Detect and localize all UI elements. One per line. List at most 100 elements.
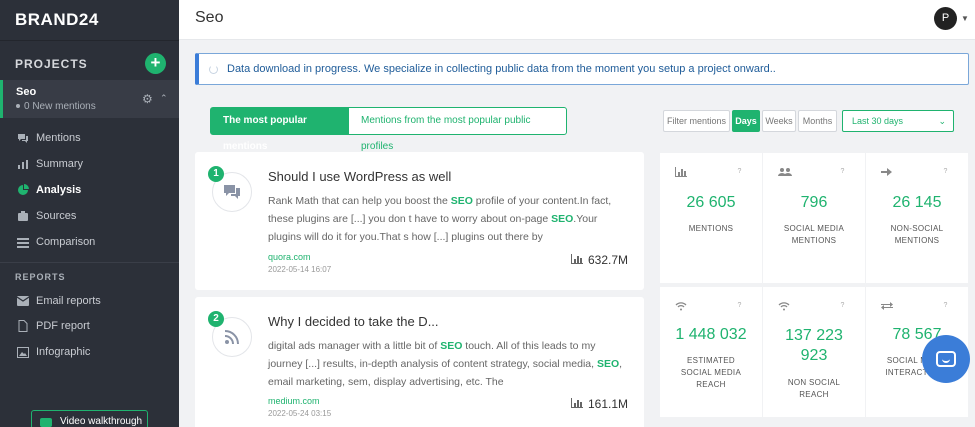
image-icon bbox=[17, 346, 29, 358]
brand-logo[interactable]: BRAND24 bbox=[15, 10, 99, 30]
snippet-keyword: SEO bbox=[551, 213, 574, 225]
sidebar-item-sources[interactable]: Sources bbox=[17, 210, 76, 222]
sources-icon bbox=[17, 210, 29, 222]
mention-date: 2022-05-24 03:15 bbox=[268, 409, 332, 418]
months-button[interactable]: Months bbox=[798, 110, 837, 132]
stat-value: 796 bbox=[800, 194, 828, 211]
video-walkthrough-label: Video walkthrough bbox=[60, 416, 143, 427]
sidebar-item-label: Analysis bbox=[36, 184, 82, 196]
help-icon[interactable]: ? bbox=[941, 167, 950, 176]
comments-icon bbox=[17, 132, 29, 144]
mention-reach: 161.1M bbox=[571, 397, 628, 411]
stat-label: SOCIAL MEDIA MENTIONS bbox=[783, 224, 845, 245]
users-icon bbox=[778, 167, 792, 180]
sidebar-item-label: Comparison bbox=[36, 236, 96, 248]
mention-date: 2022-05-14 16:07 bbox=[268, 265, 332, 274]
reports-label: REPORTS bbox=[15, 272, 66, 282]
chat-widget-button[interactable] bbox=[922, 335, 970, 383]
stat-value: 1 448 032 bbox=[675, 326, 747, 343]
sidebar-item-label: Summary bbox=[36, 158, 84, 170]
sidebar-item-infographic[interactable]: Infographic bbox=[17, 346, 90, 358]
reach-value: 632.7M bbox=[588, 253, 629, 267]
rank-badge: 2 bbox=[208, 311, 224, 327]
chevron-up-icon[interactable]: ⌃ bbox=[160, 93, 168, 104]
chevron-down-icon[interactable]: ▼ bbox=[961, 14, 969, 23]
envelope-icon bbox=[17, 295, 29, 307]
play-icon bbox=[40, 418, 52, 427]
sidebar-item-mentions[interactable]: Mentions bbox=[17, 132, 81, 144]
project-new-mentions: 0 New mentions bbox=[16, 101, 96, 112]
help-icon[interactable]: ? bbox=[838, 301, 847, 310]
mention-card[interactable]: 2 Why I decided to take the D... digital… bbox=[195, 297, 644, 427]
file-icon bbox=[17, 320, 29, 332]
mention-title[interactable]: Why I decided to take the D... bbox=[268, 314, 439, 329]
add-project-button[interactable]: + bbox=[145, 53, 166, 74]
snippet-keyword: SEO bbox=[596, 358, 620, 370]
sidebar-item-label: PDF report bbox=[36, 320, 90, 332]
bar-chart-icon bbox=[571, 253, 583, 267]
sidebar-item-label: Email reports bbox=[36, 295, 101, 307]
notice-text: Data download in progress. We specialize… bbox=[227, 63, 776, 75]
dot-icon bbox=[16, 104, 20, 109]
sidebar-item-label: Infographic bbox=[36, 346, 91, 358]
mention-snippet: Rank Math that can help you boost the SE… bbox=[268, 192, 628, 246]
stat-label: MENTIONS bbox=[688, 224, 734, 233]
help-icon[interactable]: ? bbox=[735, 301, 744, 310]
page-title: Seo bbox=[195, 9, 224, 26]
stat-value: 137 223 923 bbox=[785, 327, 843, 364]
download-progress-notice: Data download in progress. We specialize… bbox=[195, 53, 969, 85]
stat-label: NON SOCIAL REACH bbox=[787, 378, 841, 399]
days-button[interactable]: Days bbox=[732, 110, 760, 132]
sidebar-item-summary[interactable]: Summary bbox=[17, 158, 83, 170]
sidebar-item-comparison[interactable]: Comparison bbox=[17, 236, 95, 248]
gear-icon[interactable]: ⚙ bbox=[142, 92, 153, 106]
weeks-button[interactable]: Weeks bbox=[762, 110, 796, 132]
help-icon[interactable]: ? bbox=[838, 167, 847, 176]
sidebar-item-analysis[interactable]: Analysis bbox=[17, 184, 81, 196]
snippet-keyword: SEO bbox=[440, 340, 463, 352]
stat-non-social-mentions: ? 26 145 NON-SOCIAL MENTIONS bbox=[866, 153, 968, 283]
stat-label: ESTIMATED SOCIAL MEDIA REACH bbox=[680, 356, 742, 389]
rank-badge: 1 bbox=[208, 166, 224, 182]
wifi-icon bbox=[778, 301, 790, 314]
sidebar-item-label: Mentions bbox=[36, 132, 81, 144]
divider bbox=[0, 40, 179, 41]
tab-popular-profiles[interactable]: Mentions from the most popular public pr… bbox=[348, 107, 567, 152]
mention-card[interactable]: 1 Should I use WordPress as well Rank Ma… bbox=[195, 152, 644, 290]
date-range-select[interactable]: Last 30 days ⌄ bbox=[842, 110, 954, 132]
snippet-text: digital ads manager with a little bit of bbox=[268, 340, 441, 352]
stat-value: 26 605 bbox=[686, 194, 736, 211]
stat-estimated-social-reach: ? 1 448 032 ESTIMATED SOCIAL MEDIA REACH bbox=[660, 287, 762, 417]
tab-most-popular-mentions[interactable]: The most popular mentions bbox=[210, 107, 349, 152]
chevron-down-icon: ⌄ bbox=[938, 116, 946, 126]
sidebar: BRAND24 PROJECTS + Seo 0 New mentions ⚙ … bbox=[0, 0, 179, 427]
project-item-seo[interactable]: Seo 0 New mentions ⚙ ⌃ bbox=[0, 80, 179, 118]
mention-domain[interactable]: quora.com bbox=[268, 252, 311, 262]
sidebar-item-label: Sources bbox=[36, 210, 77, 222]
video-walkthrough-button[interactable]: Video walkthrough bbox=[31, 410, 148, 427]
spinner-icon bbox=[209, 65, 218, 74]
header: Seo P ▼ bbox=[179, 0, 975, 40]
help-icon[interactable]: ? bbox=[941, 301, 950, 310]
chart-icon bbox=[17, 158, 29, 170]
mention-snippet: digital ads manager with a little bit of… bbox=[268, 337, 628, 391]
date-range-value: Last 30 days bbox=[852, 116, 904, 126]
projects-label: PROJECTS bbox=[15, 57, 88, 71]
project-name: Seo bbox=[16, 86, 37, 98]
bar-chart-icon bbox=[571, 397, 583, 411]
reach-value: 161.1M bbox=[588, 397, 629, 411]
stat-label: NON-SOCIAL MENTIONS bbox=[890, 224, 944, 245]
pie-chart-icon bbox=[17, 184, 29, 196]
filter-mentions-button[interactable]: Filter mentions bbox=[663, 110, 730, 132]
list-icon bbox=[17, 236, 29, 248]
sidebar-item-email-reports[interactable]: Email reports bbox=[17, 295, 101, 307]
exchange-icon bbox=[881, 301, 893, 314]
sidebar-item-pdf-report[interactable]: PDF report bbox=[17, 320, 90, 332]
stat-value: 26 145 bbox=[892, 194, 942, 211]
mention-domain[interactable]: medium.com bbox=[268, 396, 320, 406]
avatar[interactable]: P bbox=[934, 7, 957, 30]
snippet-keyword: SEO bbox=[450, 195, 473, 207]
divider bbox=[0, 262, 179, 263]
mention-title[interactable]: Should I use WordPress as well bbox=[268, 169, 451, 184]
help-icon[interactable]: ? bbox=[735, 167, 744, 176]
